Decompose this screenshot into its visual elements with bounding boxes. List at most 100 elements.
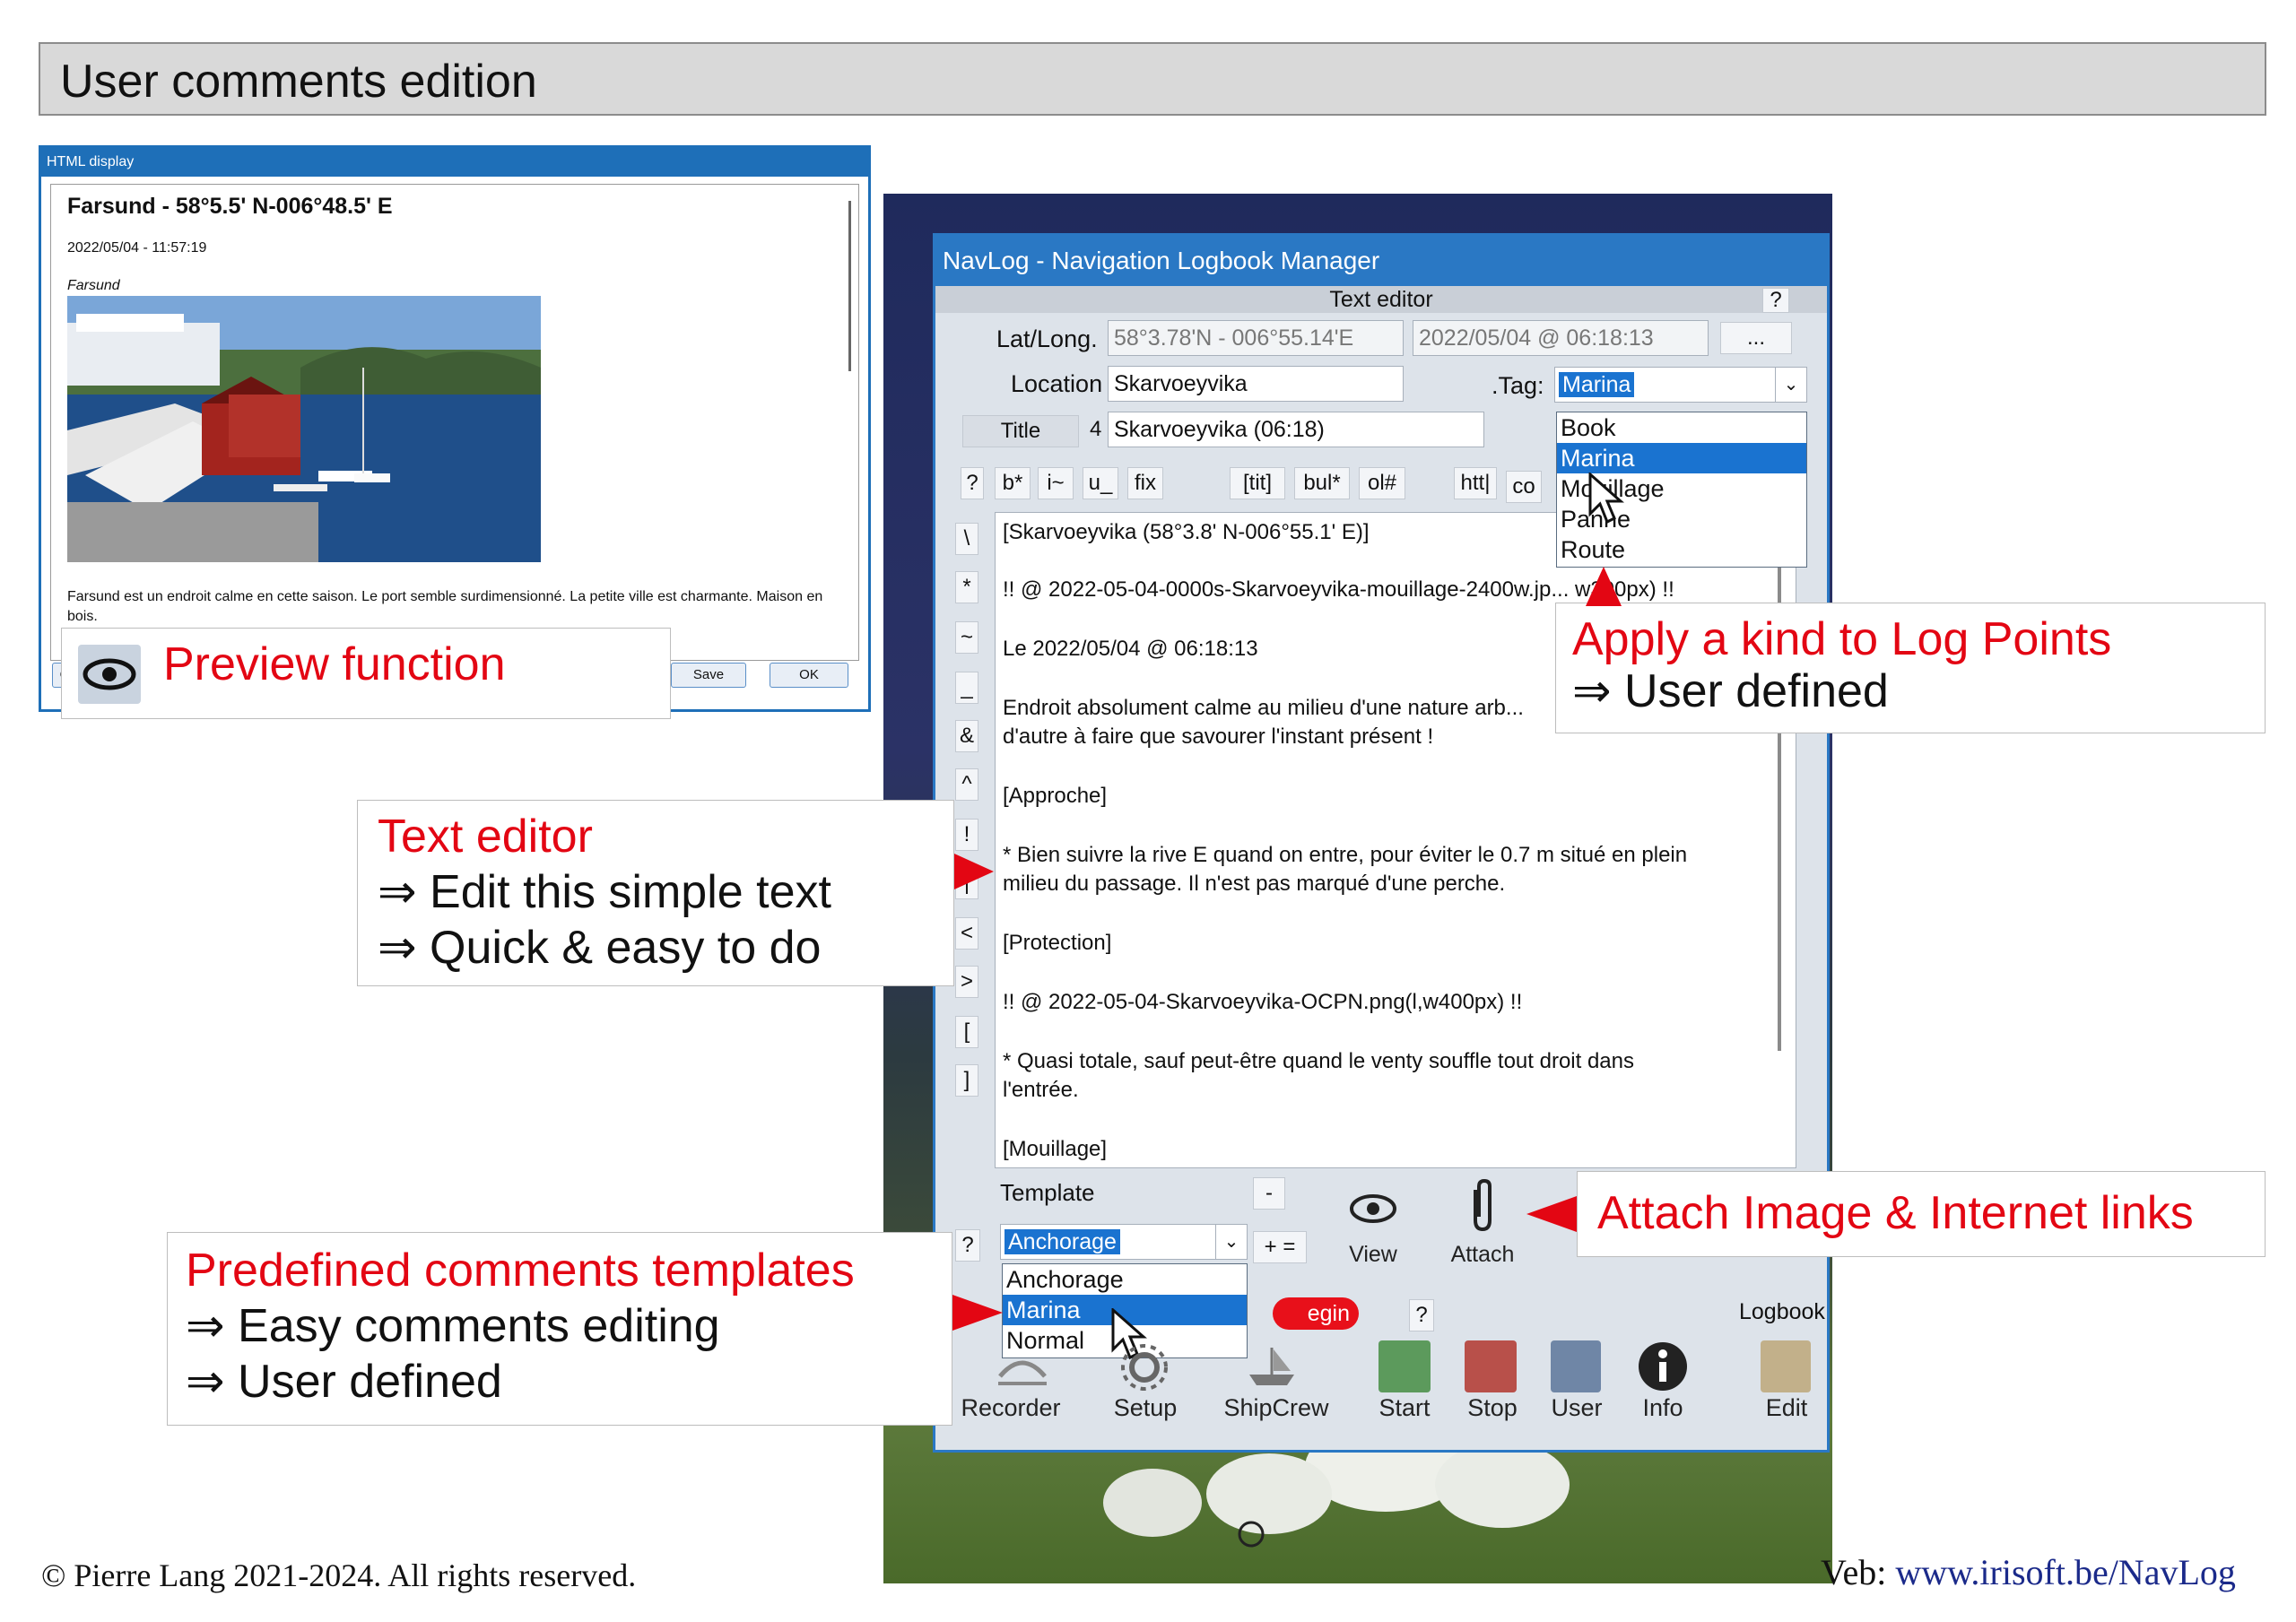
side-button-backslash[interactable]: \ — [955, 523, 978, 555]
bullet-button[interactable]: bul* — [1294, 467, 1350, 499]
stop-icon[interactable] — [1465, 1340, 1517, 1392]
underline-button[interactable]: u_ — [1083, 467, 1118, 499]
html-display-scrollbar[interactable] — [848, 201, 851, 371]
attach-label[interactable]: Attach — [1442, 1242, 1523, 1268]
tag-select-value: Marina — [1559, 372, 1635, 397]
format-help-button[interactable]: ? — [961, 467, 984, 499]
side-button-amp[interactable]: & — [955, 720, 978, 752]
date-field[interactable]: 2022/05/04 @ 06:18:13 — [1413, 320, 1709, 356]
title-field[interactable]: Skarvoeyvika (06:18) — [1108, 412, 1484, 447]
html-display-heading: Farsund - 58°5.5' N-006°48.5' E — [67, 194, 393, 219]
start-icon[interactable] — [1378, 1340, 1431, 1392]
tag-option[interactable]: Book — [1557, 412, 1806, 443]
navlog-titlebar: NavLog - Navigation Logbook Manager — [935, 236, 1827, 286]
side-button-tilde[interactable]: ~ — [955, 621, 978, 654]
side-button-rbracket[interactable]: ] — [955, 1064, 978, 1097]
setup-label[interactable]: Setup — [1091, 1394, 1199, 1422]
side-button-lt[interactable]: < — [955, 917, 978, 950]
arrow-right-icon — [954, 854, 994, 894]
side-button-underscore[interactable]: _ — [955, 672, 978, 704]
http-button[interactable]: htt| — [1454, 467, 1497, 499]
fixed-button[interactable]: fix — [1127, 467, 1163, 499]
shipcrew-label[interactable]: ShipCrew — [1222, 1394, 1330, 1422]
info-icon[interactable] — [1637, 1340, 1689, 1392]
page-title: User comments edition — [60, 56, 537, 108]
side-button-gt[interactable]: > — [955, 966, 978, 998]
more-button[interactable]: ... — [1720, 322, 1792, 354]
view-label[interactable]: View — [1337, 1242, 1409, 1268]
start-label[interactable]: Start — [1364, 1394, 1445, 1422]
apply-kind-callout: Apply a kind to Log Points ⇒ User define… — [1555, 603, 2266, 733]
view-eye-icon[interactable] — [1346, 1186, 1400, 1231]
text-line: * Bien suivre la rive E quand on entre, … — [1003, 843, 1688, 867]
recorder-icon[interactable] — [991, 1340, 1054, 1394]
tag-option[interactable]: Route — [1557, 534, 1806, 565]
text-line: [Skarvoeyvika (58°3.8' N-006°55.1' E)] — [1003, 520, 1370, 544]
text-editor-callout: Text editor ⇒ Edit this simple text ⇒ Qu… — [357, 800, 954, 986]
template-label: Template — [1000, 1179, 1095, 1206]
title-count: 4 — [1090, 417, 1102, 441]
harbour-photo — [67, 296, 541, 562]
shipcrew-boat-icon[interactable] — [1240, 1340, 1303, 1394]
text-line: [Mouillage] — [1003, 1137, 1108, 1161]
help-button[interactable]: ? — [1762, 288, 1789, 313]
text-line: d'autre à faire que savourer l'instant p… — [1003, 724, 1434, 749]
info-label[interactable]: Info — [1622, 1394, 1703, 1422]
save-button[interactable]: Save — [671, 663, 746, 688]
html-display-place: Farsund — [67, 278, 120, 293]
preview-callout-text: Preview function — [163, 638, 506, 690]
tag-option-selected[interactable]: Marina — [1557, 443, 1806, 473]
side-button-bang[interactable]: ! — [955, 819, 978, 851]
template-select[interactable]: Anchorage ⌄ — [1000, 1224, 1248, 1260]
user-log-icon[interactable] — [1551, 1340, 1601, 1392]
eye-icon — [78, 645, 141, 704]
tag-select[interactable]: Marina ⌄ — [1554, 367, 1807, 403]
title-tag-button[interactable]: [tit] — [1230, 467, 1285, 499]
templates-callout-l2: ⇒ User defined — [186, 1356, 502, 1408]
ok-button[interactable]: OK — [770, 663, 848, 688]
user-label[interactable]: User — [1536, 1394, 1617, 1422]
arrow-right-icon — [952, 1295, 1003, 1335]
text-editor-callout-l2: ⇒ Quick & easy to do — [378, 922, 822, 974]
web-footer: Veb: www.irisoft.be/NavLog — [1821, 1551, 2236, 1593]
apply-kind-sub: ⇒ User defined — [1572, 665, 1889, 717]
html-display-content[interactable]: Farsund - 58°5.5' N-006°48.5' E 2022/05/… — [50, 184, 859, 661]
logbook-label: Logbook — [1739, 1299, 1825, 1324]
stop-label[interactable]: Stop — [1452, 1394, 1533, 1422]
side-button-lbracket[interactable]: [ — [955, 1016, 978, 1048]
begin-help-button[interactable]: ? — [1409, 1299, 1434, 1331]
side-button-star[interactable]: * — [955, 571, 978, 603]
edit-logbook-icon[interactable] — [1761, 1340, 1811, 1392]
template-help-button[interactable]: ? — [955, 1229, 980, 1262]
text-line: [Protection] — [1003, 931, 1112, 955]
templates-callout-l1: ⇒ Easy comments editing — [186, 1300, 720, 1352]
title-button[interactable]: Title — [962, 415, 1079, 447]
web-link[interactable]: www.irisoft.be/NavLog — [1895, 1552, 2236, 1592]
code-button[interactable]: co — [1506, 471, 1542, 503]
bold-button[interactable]: b* — [995, 467, 1031, 499]
web-prefix: Veb: — [1821, 1552, 1896, 1592]
latlong-label: Lat/Long. — [996, 325, 1098, 352]
chevron-down-icon[interactable]: ⌄ — [1215, 1225, 1247, 1259]
html-display-datetime: 2022/05/04 - 11:57:19 — [67, 240, 207, 256]
chevron-down-icon[interactable]: ⌄ — [1775, 368, 1806, 402]
template-add-button[interactable]: + = — [1253, 1231, 1307, 1263]
text-editor-callout-title: Text editor — [378, 811, 593, 863]
mouse-cursor-icon — [1588, 471, 1628, 531]
text-editor-callout-l1: ⇒ Edit this simple text — [378, 866, 831, 918]
side-button-caret[interactable]: ^ — [955, 768, 978, 801]
template-option[interactable]: Anchorage — [1003, 1264, 1247, 1295]
location-field[interactable]: Skarvoeyvika — [1108, 366, 1404, 402]
paperclip-icon[interactable] — [1465, 1177, 1500, 1235]
latlong-field[interactable]: 58°3.78'N - 006°55.14'E — [1108, 320, 1404, 356]
text-line: !! @ 2022-05-04-Skarvoeyvika-OCPN.png(l,… — [1003, 990, 1523, 1014]
text-line: milieu du passage. Il n'est pas marqué d… — [1003, 872, 1506, 896]
italic-button[interactable]: i~ — [1038, 467, 1074, 499]
recorder-label[interactable]: Recorder — [948, 1394, 1074, 1422]
setup-gear-icon[interactable] — [1113, 1340, 1176, 1394]
tag-label: .Tag: — [1492, 372, 1544, 399]
edit-label[interactable]: Edit — [1746, 1394, 1827, 1422]
ordered-list-button[interactable]: ol# — [1359, 467, 1405, 499]
template-remove-button[interactable]: - — [1253, 1177, 1285, 1210]
begin-button[interactable]: egin — [1273, 1297, 1359, 1330]
